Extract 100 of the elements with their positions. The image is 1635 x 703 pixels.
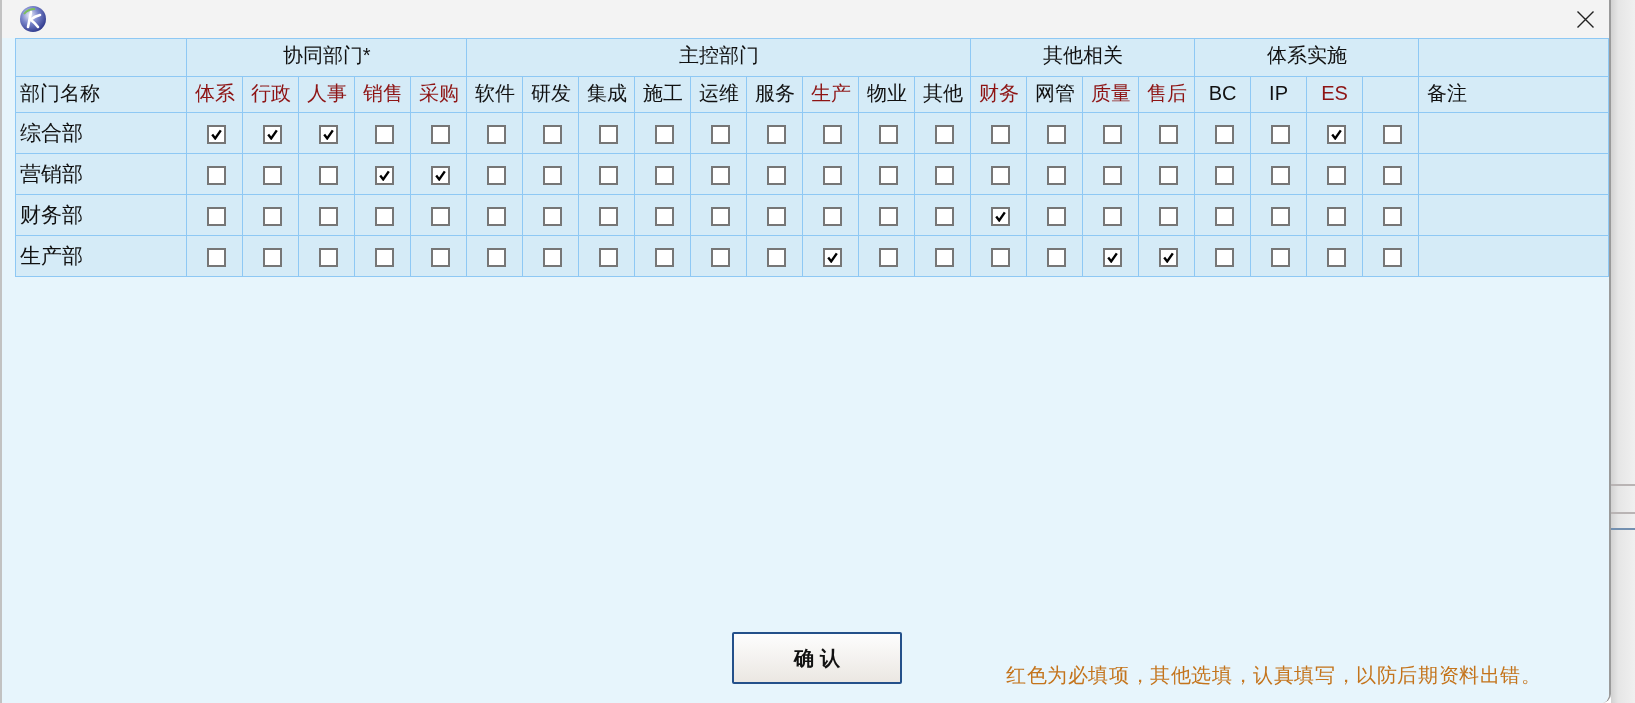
checkbox[interactable] [655, 124, 675, 144]
checkbox[interactable] [655, 165, 675, 185]
checkbox[interactable] [823, 206, 843, 226]
checkbox[interactable] [263, 165, 282, 185]
checkbox[interactable] [879, 247, 899, 267]
checkbox[interactable] [991, 247, 1011, 267]
checkbox[interactable] [767, 206, 787, 226]
checkbox[interactable] [319, 247, 338, 267]
checkbox[interactable] [207, 165, 226, 185]
checkbox[interactable] [263, 124, 282, 144]
checkbox[interactable] [431, 165, 450, 185]
checkbox[interactable] [1271, 165, 1291, 185]
checkbox[interactable] [431, 206, 450, 226]
checkbox[interactable] [375, 247, 394, 267]
checkbox[interactable] [1271, 247, 1291, 267]
checkbox[interactable] [543, 165, 563, 185]
checkbox[interactable] [487, 206, 507, 226]
checkmark-icon [267, 128, 278, 140]
column-header: 物业 [858, 76, 915, 113]
checkbox[interactable] [1327, 124, 1347, 144]
checkbox[interactable] [935, 247, 955, 267]
checkbox[interactable] [207, 206, 226, 226]
checkbox[interactable] [1159, 247, 1179, 267]
column-header: 销售 [354, 76, 411, 113]
checkbox[interactable] [599, 206, 619, 226]
checkbox[interactable] [1327, 206, 1347, 226]
confirm-button[interactable]: 确 认 [732, 632, 902, 684]
checkmark-icon [211, 128, 222, 140]
checkbox[interactable] [711, 247, 731, 267]
checkbox[interactable] [375, 206, 394, 226]
checkbox[interactable] [935, 165, 955, 185]
checkbox[interactable] [991, 165, 1011, 185]
checkbox[interactable] [823, 247, 843, 267]
checkbox[interactable] [1215, 247, 1235, 267]
checkbox[interactable] [879, 165, 899, 185]
checkbox[interactable] [375, 124, 394, 144]
checkbox[interactable] [1159, 124, 1179, 144]
checkbox[interactable] [879, 124, 899, 144]
checkbox[interactable] [767, 165, 787, 185]
checkbox[interactable] [319, 165, 338, 185]
checkbox[interactable] [1159, 206, 1179, 226]
checkbox[interactable] [1047, 206, 1067, 226]
checkbox[interactable] [711, 165, 731, 185]
checkbox[interactable] [1383, 124, 1403, 144]
checkbox[interactable] [431, 247, 450, 267]
checkbox[interactable] [823, 165, 843, 185]
checkbox[interactable] [319, 206, 338, 226]
checkbox[interactable] [1215, 124, 1235, 144]
checkmark-icon [1107, 251, 1119, 263]
checkbox[interactable] [1383, 165, 1403, 185]
checkbox[interactable] [487, 165, 507, 185]
checkbox[interactable] [431, 124, 450, 144]
checkbox[interactable] [991, 206, 1011, 226]
checkbox[interactable] [1103, 124, 1123, 144]
checkbox[interactable] [1215, 206, 1235, 226]
checkbox[interactable] [1383, 206, 1403, 226]
checkbox[interactable] [767, 247, 787, 267]
close-icon[interactable] [1577, 10, 1594, 28]
checkbox[interactable] [655, 206, 675, 226]
checkbox[interactable] [1327, 165, 1347, 185]
checkbox[interactable] [319, 124, 338, 144]
checkbox[interactable] [1103, 206, 1123, 226]
checkbox[interactable] [655, 247, 675, 267]
checkbox[interactable] [263, 206, 282, 226]
checkbox[interactable] [767, 124, 787, 144]
checkbox[interactable] [991, 124, 1011, 144]
checkbox[interactable] [599, 247, 619, 267]
column-header: 集成 [578, 76, 635, 113]
checkbox[interactable] [1103, 247, 1123, 267]
checkbox[interactable] [599, 124, 619, 144]
checkbox[interactable] [935, 206, 955, 226]
checkbox[interactable] [543, 206, 563, 226]
checkbox[interactable] [1271, 206, 1291, 226]
checkbox[interactable] [1047, 124, 1067, 144]
checkbox[interactable] [487, 124, 507, 144]
checkbox[interactable] [543, 124, 563, 144]
checkbox[interactable] [1215, 165, 1235, 185]
checkbox[interactable] [1383, 247, 1403, 267]
checkbox[interactable] [823, 124, 843, 144]
checkmark-icon [1331, 128, 1343, 140]
checkbox[interactable] [375, 165, 394, 185]
checkbox[interactable] [935, 124, 955, 144]
checkbox[interactable] [1327, 247, 1347, 267]
checkbox[interactable] [263, 247, 282, 267]
checkbox[interactable] [599, 165, 619, 185]
checkbox[interactable] [1271, 124, 1291, 144]
checkbox[interactable] [1047, 165, 1067, 185]
checkbox[interactable] [879, 206, 899, 226]
checkbox[interactable] [207, 247, 226, 267]
checkbox[interactable] [711, 206, 731, 226]
checkbox[interactable] [1103, 165, 1123, 185]
checkbox[interactable] [543, 247, 563, 267]
checkmark-icon [995, 210, 1007, 222]
checkbox[interactable] [1047, 247, 1067, 267]
checkbox[interactable] [711, 124, 731, 144]
checkbox[interactable] [487, 247, 507, 267]
column-header: 部门名称 [15, 76, 187, 113]
checkbox[interactable] [207, 124, 226, 144]
checkbox[interactable] [1159, 165, 1179, 185]
column-header: 体系 [186, 76, 243, 113]
